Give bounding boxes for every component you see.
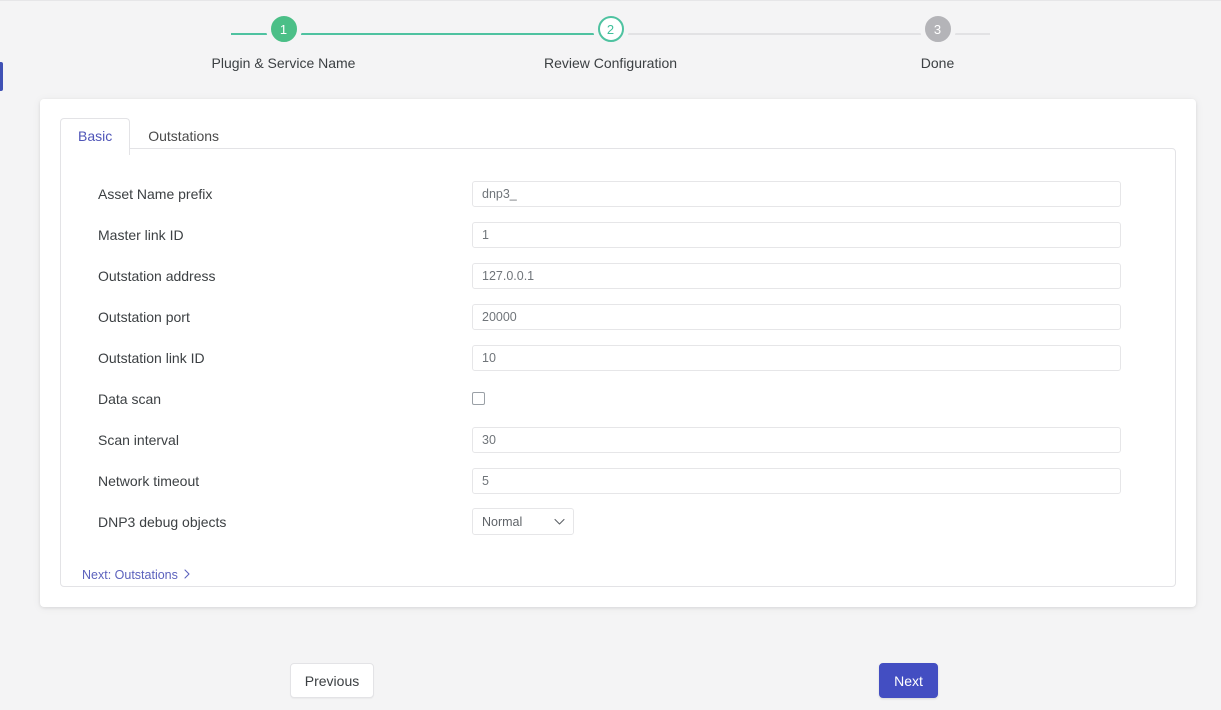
field-master-link-id	[472, 221, 1175, 248]
step-3-number: 3	[933, 21, 942, 37]
next-button[interactable]: Next	[879, 663, 938, 698]
label-network-timeout: Network timeout	[98, 472, 200, 489]
checkbox-data-scan[interactable]	[472, 392, 485, 405]
form-row-outstation-link-id: Outstation link ID	[61, 337, 1175, 378]
field-data-scan	[472, 392, 1175, 405]
step-2-number: 2	[606, 21, 615, 37]
select-dnp3-debug-objects-value[interactable]: Normal	[472, 508, 574, 535]
field-dnp3-debug-objects: Normal	[472, 508, 1175, 535]
form-row-network-timeout: Network timeout	[61, 460, 1175, 501]
label-master-link-id: Master link ID	[98, 226, 184, 243]
form-row-master-link-id: Master link ID	[61, 214, 1175, 255]
step-3-bubble[interactable]: 3	[924, 16, 951, 42]
stepper-step-3[interactable]: 3 Done	[774, 16, 1101, 71]
stepper-step-2[interactable]: 2 Review Configuration	[447, 16, 774, 71]
chevron-right-icon	[184, 568, 190, 582]
label-outstation-address: Outstation address	[98, 267, 216, 284]
step-1-bubble[interactable]: 1	[270, 16, 297, 42]
form-row-dnp3-debug-objects: DNP3 debug objects Normal	[61, 501, 1175, 542]
tab-outstations[interactable]: Outstations	[130, 118, 237, 155]
input-network-timeout[interactable]	[472, 467, 1121, 494]
stepper-steps: 1 Plugin & Service Name 2 Review Configu…	[120, 16, 1101, 71]
label-outstation-port: Outstation port	[98, 308, 190, 325]
tab-basic-label: Basic	[78, 128, 113, 144]
tab-panel-basic: Asset Name prefix Master link ID Outstat…	[60, 148, 1176, 587]
tab-bar: Basic Outstations	[60, 118, 237, 156]
field-asset-name-prefix	[472, 180, 1175, 207]
form-row-asset-name-prefix: Asset Name prefix	[61, 173, 1175, 214]
form-row-scan-interval: Scan interval	[61, 419, 1175, 460]
input-outstation-port[interactable]	[472, 303, 1121, 330]
tab-outstations-label: Outstations	[148, 128, 220, 144]
top-divider	[0, 0, 1221, 1]
field-outstation-port	[472, 303, 1175, 330]
next-outstations-link[interactable]: Next: Outstations	[61, 568, 190, 582]
form-row-outstation-port: Outstation port	[61, 296, 1175, 337]
label-data-scan: Data scan	[98, 390, 162, 407]
step-1-label: Plugin & Service Name	[211, 55, 356, 71]
tab-basic[interactable]: Basic	[60, 118, 131, 156]
previous-button[interactable]: Previous	[290, 663, 374, 698]
field-outstation-link-id	[472, 344, 1175, 371]
input-outstation-address[interactable]	[472, 262, 1121, 289]
left-accent-bar	[0, 62, 3, 91]
step-3-label: Done	[920, 55, 955, 71]
basic-settings-form: Asset Name prefix Master link ID Outstat…	[61, 149, 1175, 584]
wizard-page: 1 Plugin & Service Name 2 Review Configu…	[0, 0, 1221, 710]
input-master-link-id[interactable]	[472, 221, 1121, 248]
field-scan-interval	[472, 426, 1175, 453]
next-button-label: Next	[894, 672, 923, 689]
field-outstation-address	[472, 262, 1175, 289]
previous-button-label: Previous	[304, 672, 360, 689]
label-outstation-link-id: Outstation link ID	[98, 349, 205, 366]
input-scan-interval[interactable]	[472, 426, 1121, 453]
label-dnp3-debug-objects: DNP3 debug objects	[98, 513, 227, 530]
form-row-data-scan: Data scan	[61, 378, 1175, 419]
step-1-number: 1	[279, 21, 288, 37]
next-outstations-link-label: Next: Outstations	[82, 568, 178, 582]
label-asset-name-prefix: Asset Name prefix	[98, 185, 213, 202]
field-network-timeout	[472, 467, 1175, 494]
input-outstation-link-id[interactable]	[472, 344, 1121, 371]
stepper-step-1[interactable]: 1 Plugin & Service Name	[120, 16, 447, 71]
wizard-footer: Previous Next	[0, 663, 1221, 699]
label-scan-interval: Scan interval	[98, 431, 179, 448]
step-2-label: Review Configuration	[543, 55, 678, 71]
configuration-card: Basic Outstations Asset Name prefix Mast…	[40, 99, 1196, 607]
input-asset-name-prefix[interactable]	[472, 180, 1121, 207]
select-dnp3-debug-objects[interactable]: Normal	[472, 508, 574, 535]
step-2-bubble[interactable]: 2	[597, 16, 624, 42]
wizard-stepper: 1 Plugin & Service Name 2 Review Configu…	[120, 16, 1101, 86]
form-row-outstation-address: Outstation address	[61, 255, 1175, 296]
